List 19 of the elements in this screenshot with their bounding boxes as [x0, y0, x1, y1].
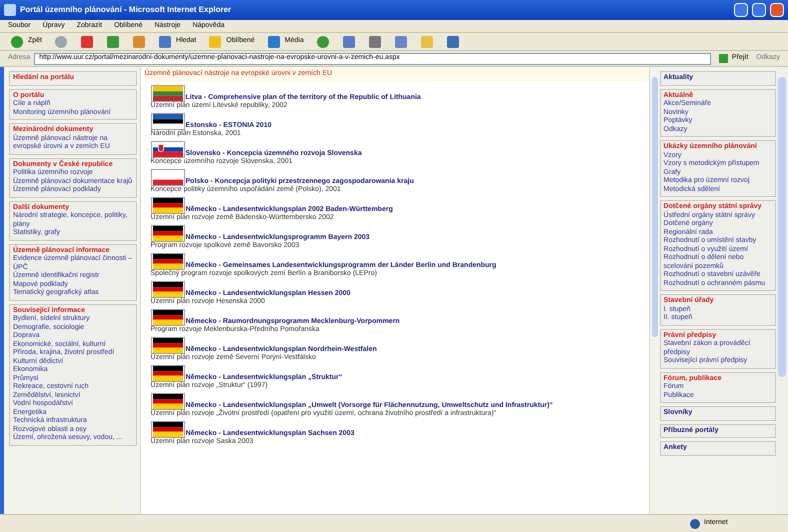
flag-icon: [150, 420, 185, 438]
minimize-button[interactable]: [734, 3, 748, 17]
flag-icon: [150, 308, 185, 326]
maximize-button[interactable]: [752, 3, 766, 17]
close-button[interactable]: [770, 3, 784, 17]
flag-icon: [150, 364, 185, 382]
flag-icon: [150, 112, 185, 130]
window-title: Portál územního plánování - Microsoft Internet Explorer: [20, 4, 232, 16]
scrollbar[interactable]: [650, 67, 660, 514]
flag-icon: [150, 336, 185, 354]
flag-icon: [150, 224, 185, 242]
flag-icon: [150, 252, 185, 270]
flag-icon: [150, 84, 185, 102]
flag-icon: [150, 280, 185, 298]
flag-icon: [150, 168, 185, 186]
flag-icon: [150, 196, 185, 214]
scrollbar[interactable]: [776, 67, 788, 514]
flag-icon: [150, 140, 185, 158]
flag-icon: [150, 392, 185, 410]
